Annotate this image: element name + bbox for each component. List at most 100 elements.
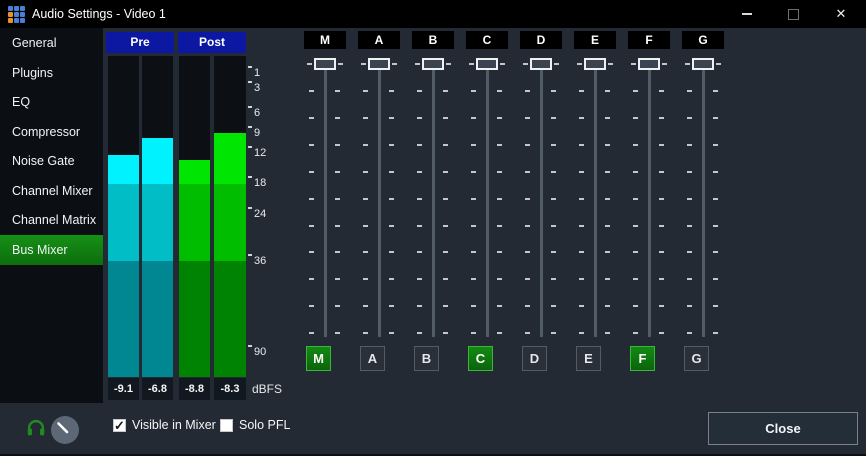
fader-track[interactable] (486, 70, 489, 337)
fader-tick (471, 332, 476, 334)
visible-in-mixer-checkbox[interactable]: ✓ (113, 419, 126, 432)
fader-tick (605, 225, 610, 227)
fader-tick (443, 117, 448, 119)
fader-handle-c[interactable] (476, 58, 498, 70)
sidebar-item-noise-gate[interactable]: Noise Gate (0, 146, 103, 176)
fader-tick (633, 171, 638, 173)
fader-handle-g[interactable] (692, 58, 714, 70)
fader-handle-e[interactable] (584, 58, 606, 70)
fader-tick (605, 198, 610, 200)
meter-bar-pre (142, 56, 173, 377)
app-icon-cell (8, 6, 13, 11)
sidebar-item-compressor[interactable]: Compressor (0, 117, 103, 147)
fader-tick (659, 225, 664, 227)
fader-track[interactable] (702, 70, 705, 337)
close-window-button[interactable]: ✕ (816, 0, 866, 28)
fader-tick (525, 251, 530, 253)
solo-pfl-label: Solo PFL (239, 418, 290, 433)
sidebar-item-eq[interactable]: EQ (0, 87, 103, 117)
fader-tick (687, 117, 692, 119)
scale-number: 12 (254, 147, 266, 159)
fader-handle-f[interactable] (638, 58, 660, 70)
bus-button-d[interactable]: D (522, 346, 547, 371)
fader-tick (443, 332, 448, 334)
fader-tick (551, 117, 556, 119)
sidebar-item-plugins[interactable]: Plugins (0, 58, 103, 88)
meter-value: -6.8 (142, 378, 173, 400)
fader-tick (687, 171, 692, 173)
minimize-icon (742, 13, 752, 15)
sidebar-item-channel-matrix[interactable]: Channel Matrix (0, 205, 103, 235)
fader-tick (497, 171, 502, 173)
fader-tick (335, 198, 340, 200)
minimize-button[interactable] (724, 0, 770, 28)
headphones-icon[interactable] (25, 417, 47, 439)
fader-tick (633, 198, 638, 200)
bus-button-m[interactable]: M (306, 346, 331, 371)
fader-tick (631, 63, 636, 65)
fader-tick (363, 278, 368, 280)
fader-track[interactable] (594, 70, 597, 337)
bus-button-c[interactable]: C (468, 346, 493, 371)
fader-tick (363, 90, 368, 92)
fader-label-d: D (520, 31, 562, 49)
app-icon-cell (8, 18, 13, 23)
fader-label-e: E (574, 31, 616, 49)
fader-tick (471, 225, 476, 227)
fader-tick (687, 225, 692, 227)
fader-tick (525, 117, 530, 119)
fader-column-b: BB (406, 28, 460, 378)
fader-label-f: F (628, 31, 670, 49)
fader-tick (633, 251, 638, 253)
bus-button-b[interactable]: B (414, 346, 439, 371)
sidebar-item-bus-mixer[interactable]: Bus Mixer (0, 235, 103, 265)
fader-tick (497, 144, 502, 146)
scale-tick (248, 81, 252, 83)
fader-tick (497, 332, 502, 334)
meter-header-pre: Pre (106, 32, 174, 53)
fader-track[interactable] (648, 70, 651, 337)
fader-handle-b[interactable] (422, 58, 444, 70)
bus-button-g[interactable]: G (684, 346, 709, 371)
monitor-knob-icon[interactable] (50, 415, 80, 445)
fader-tick (309, 171, 314, 173)
sidebar-item-channel-mixer[interactable]: Channel Mixer (0, 176, 103, 206)
titlebar: Audio Settings - Video 1 ✕ (0, 0, 866, 28)
meter-fill-segment (108, 261, 139, 377)
fader-track[interactable] (540, 70, 543, 337)
fader-tick (713, 198, 718, 200)
sidebar-item-general[interactable]: General (0, 28, 103, 58)
fader-tick (523, 63, 528, 65)
fader-handle-a[interactable] (368, 58, 390, 70)
maximize-button[interactable] (770, 0, 816, 28)
fader-tick (471, 251, 476, 253)
meter-bar-pre (108, 56, 139, 377)
fader-tick (713, 171, 718, 173)
fader-tick (417, 251, 422, 253)
bus-button-f[interactable]: F (630, 346, 655, 371)
fader-handle-m[interactable] (314, 58, 336, 70)
fader-track[interactable] (324, 70, 327, 337)
bus-button-a[interactable]: A (360, 346, 385, 371)
meter-header-post: Post (178, 32, 246, 53)
meter-value: -8.8 (179, 378, 210, 400)
solo-pfl-checkbox[interactable] (220, 419, 233, 432)
fader-tick (446, 63, 451, 65)
fader-tick (551, 332, 556, 334)
fader-tick (525, 144, 530, 146)
fader-tick (525, 198, 530, 200)
fader-handle-d[interactable] (530, 58, 552, 70)
scale-number: 3 (254, 82, 260, 94)
close-button[interactable]: Close (708, 412, 858, 445)
fader-tick (417, 144, 422, 146)
meter-fill-segment (179, 261, 210, 377)
fader-tick (713, 305, 718, 307)
fader-track[interactable] (432, 70, 435, 337)
fader-tick (471, 144, 476, 146)
fader-tick (417, 278, 422, 280)
bus-button-e[interactable]: E (576, 346, 601, 371)
fader-track[interactable] (378, 70, 381, 337)
fader-tick (471, 278, 476, 280)
fader-tick (525, 305, 530, 307)
fader-tick (309, 278, 314, 280)
